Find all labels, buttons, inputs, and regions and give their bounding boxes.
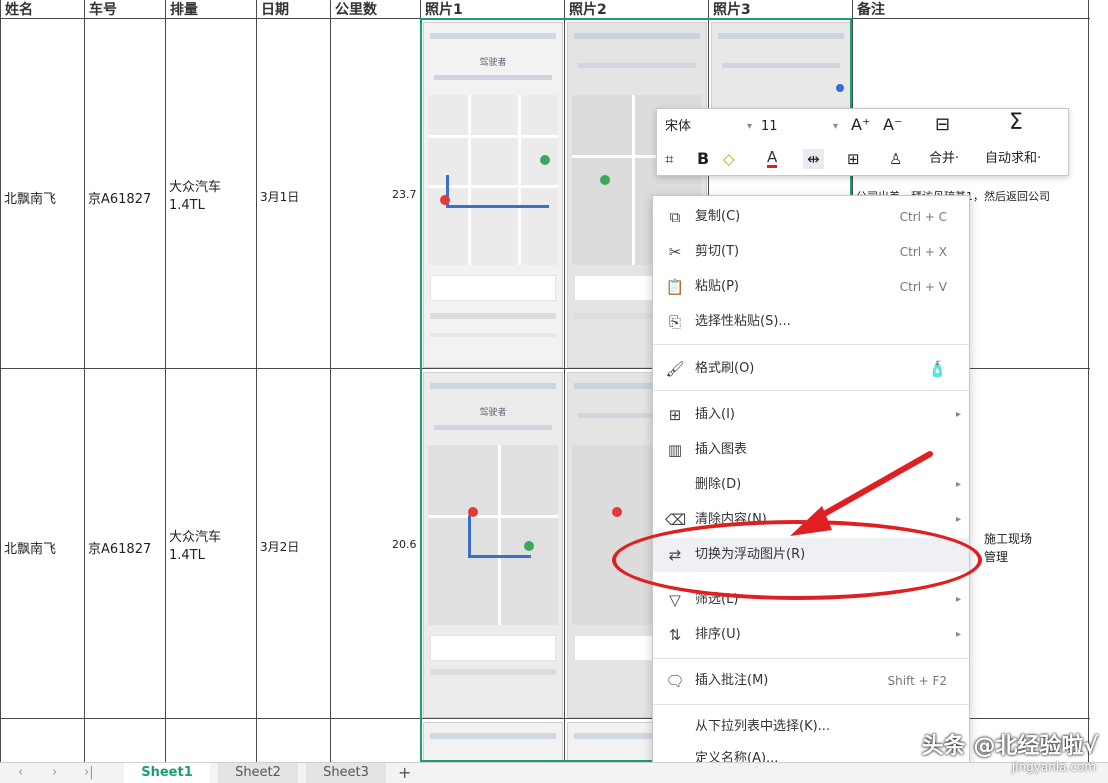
font-color-button[interactable]: A (767, 149, 778, 168)
cell-date[interactable]: 3月2日 (260, 538, 299, 555)
shrink-font-button[interactable]: A⁻ (883, 115, 902, 135)
grow-font-button[interactable]: A⁺ (851, 115, 870, 135)
format-painter-icon[interactable]: ♙ (889, 149, 902, 169)
cell-plate[interactable]: 京A61827 (88, 188, 151, 207)
chevron-down-icon[interactable]: ▾ (747, 117, 752, 137)
cell-displacement[interactable]: 1.4TL (169, 548, 205, 563)
header-date[interactable]: 日期 (258, 0, 289, 20)
cell-name[interactable]: 北飘南飞 (4, 538, 56, 557)
merge-icon[interactable]: ⊟ (935, 115, 950, 135)
font-name-select[interactable]: 宋体 (665, 117, 691, 137)
tab-sheet3[interactable]: Sheet3 (306, 763, 386, 783)
chevron-right-icon: ▸ (955, 594, 961, 605)
merge-button[interactable]: 合并· (929, 149, 959, 169)
header-photo2[interactable]: 照片2 (566, 0, 607, 20)
format-icon[interactable]: ⌗ (665, 149, 673, 169)
cell-note-line2[interactable]: 管理 (984, 548, 1008, 565)
menu-item-format-painter[interactable]: 🖌 格式刷(O) 🧴 (653, 352, 969, 386)
sum-icon[interactable]: Σ (1009, 112, 1023, 134)
autosum-button[interactable]: 自动求和· (985, 149, 1041, 169)
chart-icon: ▥ (667, 441, 683, 459)
header-plate[interactable]: 车号 (86, 0, 117, 20)
chevron-right-icon: ▸ (955, 409, 961, 420)
add-sheet-button[interactable]: + (398, 763, 411, 783)
insert-icon: ⊞ (668, 406, 682, 424)
header-note[interactable]: 备注 (854, 0, 885, 20)
chevron-down-icon[interactable]: ▾ (833, 117, 838, 137)
cell-date[interactable]: 3月1日 (260, 188, 299, 205)
cell-km[interactable]: 23.7 (392, 188, 417, 201)
format-painter-icon: 🖌 (665, 360, 685, 378)
header-name[interactable]: 姓名 (2, 0, 33, 20)
chevron-right-icon: ▸ (955, 479, 961, 490)
annotation-arrow (790, 451, 933, 536)
cell-km[interactable]: 20.6 (392, 538, 417, 551)
fill-color-icon[interactable]: ◇ (723, 149, 735, 169)
menu-item-sort[interactable]: ⇅ 排序(U) ▸ (653, 618, 969, 652)
paste-special-icon: ⎘ (668, 313, 681, 331)
cell-car[interactable]: 大众汽车 (169, 176, 221, 195)
chevron-right-icon: ▸ (955, 629, 961, 640)
selection-handle[interactable] (836, 84, 844, 92)
menu-item-paste-special[interactable]: ⎘ 选择性粘贴(S)... (653, 305, 969, 339)
cell-car[interactable]: 大众汽车 (169, 526, 221, 545)
watermark-url: jingyanla.com (1011, 760, 1096, 774)
last-sheet-icon[interactable]: ›| (84, 763, 94, 783)
paste-icon: 📋 (665, 278, 685, 296)
first-sheet-icon[interactable]: ‹ (18, 763, 23, 783)
comment-icon: 🗨 (665, 672, 685, 690)
floating-format-toolbar: 宋体 ▾ 11 ▾ A⁺ A⁻ ⊟ Σ ⌗ B ◇ A ⇹ ⊞ ♙ 合并· 自动… (656, 108, 1069, 176)
menu-item-paste[interactable]: 📋 粘贴(P) Ctrl + V (653, 270, 969, 304)
bold-button[interactable]: B (697, 149, 709, 169)
menu-item-copy[interactable]: ⧉ 复制(C) Ctrl + C (653, 200, 969, 234)
next-sheet-icon[interactable]: › (52, 763, 57, 783)
sort-icon: ⇅ (668, 626, 682, 644)
sheet-tabs-bar: ‹ › ›| Sheet1 Sheet2 Sheet3 + (0, 762, 1108, 783)
watermark: 头条 @北经验啦√ (921, 734, 1098, 759)
header-displacement[interactable]: 排量 (167, 0, 198, 20)
menu-item-insert-comment[interactable]: 🗨 插入批注(M) Shift + F2 (653, 664, 969, 698)
cell-displacement[interactable]: 1.4TL (169, 198, 205, 213)
brush-icon: 🧴 (928, 360, 947, 378)
menu-item-insert[interactable]: ⊞ 插入(I) ▸ (653, 398, 969, 432)
header-photo3[interactable]: 照片3 (710, 0, 751, 20)
cell-plate[interactable]: 京A61827 (88, 538, 151, 557)
header-photo1[interactable]: 照片1 (422, 0, 463, 20)
cell-note[interactable]: 施工现场 (984, 530, 1032, 547)
border-icon[interactable]: ⊞ (847, 149, 860, 169)
tab-sheet1[interactable]: Sheet1 (124, 763, 210, 783)
header-km[interactable]: 公里数 (332, 0, 377, 20)
cell-name[interactable]: 北飘南飞 (4, 188, 56, 207)
chevron-right-icon: ▸ (955, 514, 961, 525)
tab-sheet2[interactable]: Sheet2 (218, 763, 298, 783)
menu-item-cut[interactable]: ✂ 剪切(T) Ctrl + X (653, 235, 969, 269)
align-icon[interactable]: ⇹ (803, 149, 824, 169)
font-size-select[interactable]: 11 (761, 117, 778, 137)
scissors-icon: ✂ (668, 243, 682, 261)
copy-icon: ⧉ (669, 208, 681, 226)
